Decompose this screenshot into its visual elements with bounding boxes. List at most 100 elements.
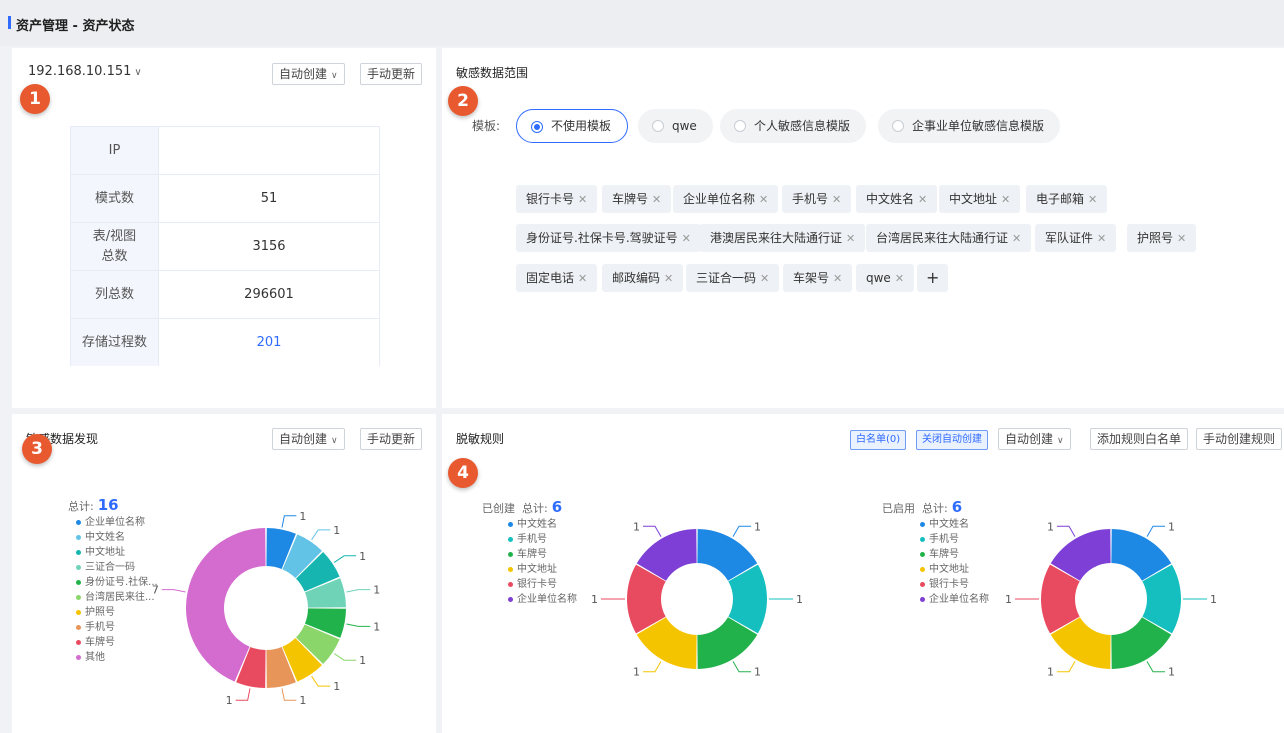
legend-item[interactable]: 银行卡号 xyxy=(508,577,608,592)
slice-value-label: 1 xyxy=(373,584,380,597)
close-icon[interactable]: ✕ xyxy=(846,232,855,245)
legend-swatch xyxy=(76,519,81,525)
radio-template-enterprise[interactable]: 企事业单位敏感信息模版 xyxy=(878,109,1061,143)
close-icon[interactable]: ✕ xyxy=(682,232,691,245)
auto-create-dropdown[interactable]: 自动创建 ∨ xyxy=(998,428,1071,450)
slice-leader-line xyxy=(643,661,662,673)
legend-item[interactable]: 中文地址 xyxy=(508,562,608,577)
legend-item[interactable]: 中文姓名 xyxy=(508,517,608,532)
legend-swatch xyxy=(76,534,81,540)
procedure-count-link[interactable]: 201 xyxy=(158,318,380,366)
legend-item[interactable]: 台湾居民来往... xyxy=(76,590,176,605)
manual-create-rule-button[interactable]: 手动创建规则 xyxy=(1196,428,1283,450)
auto-create-dropdown[interactable]: 自动创建 ∨ xyxy=(272,428,345,450)
legend-item[interactable]: 中文地址 xyxy=(76,545,176,560)
close-icon[interactable]: ✕ xyxy=(760,272,769,285)
legend-swatch xyxy=(920,536,925,542)
total-label: 总计: xyxy=(522,502,548,515)
legend-swatch xyxy=(920,521,925,527)
close-icon[interactable]: ✕ xyxy=(1097,232,1106,245)
chevron-down-icon: ∨ xyxy=(1057,436,1064,446)
legend-item[interactable]: 车牌号 xyxy=(920,547,1020,562)
legend-swatch xyxy=(76,609,81,615)
legend-label: 银行卡号 xyxy=(929,579,969,590)
legend-item[interactable]: 中文地址 xyxy=(920,562,1020,577)
legend-item[interactable]: 中文姓名 xyxy=(76,530,176,545)
slice-value-label: 1 xyxy=(591,593,598,606)
legend-item[interactable]: 银行卡号 xyxy=(920,577,1020,592)
radio-template-personal[interactable]: 个人敏感信息模版 xyxy=(720,109,867,143)
tag-taiwan[interactable]: 台湾居民来往大陆通行证 ✕ xyxy=(866,224,1032,252)
close-icon[interactable]: ✕ xyxy=(759,193,768,206)
legend-label: 台湾居民来往... xyxy=(85,592,155,603)
sensitive-discovery-card: 敏感数据发现 自动创建 ∨ 手动更新 3 总计: 16 企业单位名称 中文姓名 中文地址… xyxy=(12,414,436,733)
tag-label: 中文地址 xyxy=(949,192,998,206)
whitelist-button[interactable]: 白名单(0) xyxy=(850,430,907,450)
radio-label: 企事业单位敏感信息模版 xyxy=(912,119,1045,133)
slice-value-label: 1 xyxy=(754,666,761,679)
slice-leader-line xyxy=(311,675,331,687)
step-badge-2: 2 xyxy=(448,86,478,116)
radio-dot-icon xyxy=(531,121,543,133)
tag-military[interactable]: 军队证件 ✕ xyxy=(1035,224,1117,252)
row-value: 51 xyxy=(158,174,380,223)
tag-id-card[interactable]: 身份证号.社保卡号.驾驶证号 ✕ xyxy=(516,224,701,252)
legend-item[interactable]: 手机号 xyxy=(76,620,176,635)
radio-label: qwe xyxy=(672,119,697,133)
manual-update-button[interactable]: 手动更新 xyxy=(360,428,423,450)
tag-postcode[interactable]: 邮政编码 ✕ xyxy=(602,264,684,292)
legend-item[interactable]: 企业单位名称 xyxy=(76,515,176,530)
close-auto-create-button[interactable]: 关闭自动创建 xyxy=(916,430,988,450)
slice-leader-line xyxy=(1057,525,1076,537)
tag-credit-code[interactable]: 三证合一码 ✕ xyxy=(686,264,780,292)
radio-label: 不使用模板 xyxy=(551,119,612,133)
legend-item[interactable]: 车牌号 xyxy=(76,635,176,650)
template-label: 模板: xyxy=(472,119,501,133)
enabled-label: 已启用 xyxy=(882,502,915,515)
legend-swatch xyxy=(76,564,81,570)
radio-template-qwe[interactable]: qwe xyxy=(638,109,713,143)
tag-passport[interactable]: 护照号 ✕ xyxy=(1127,224,1197,252)
legend-item[interactable]: 其他 xyxy=(76,650,176,665)
slice-leader-line xyxy=(281,515,297,528)
tag-landline[interactable]: 固定电话 ✕ xyxy=(516,264,598,292)
tag-email[interactable]: 电子邮箱 ✕ xyxy=(1026,185,1108,213)
legend-item[interactable]: 手机号 xyxy=(920,532,1020,547)
close-icon[interactable]: ✕ xyxy=(1177,232,1186,245)
sensitive-scope-card: 敏感数据范围 2 模板: 不使用模板 qwe 个人敏感信息模版 企事业单位敏感信… xyxy=(442,48,1284,408)
close-icon[interactable]: ✕ xyxy=(578,272,587,285)
close-icon[interactable]: ✕ xyxy=(832,193,841,206)
legend-item[interactable]: 三证合一码 xyxy=(76,560,176,575)
add-rule-whitelist-button[interactable]: 添加规则白名单 xyxy=(1090,428,1189,450)
tag-bank-card[interactable]: 银行卡号 ✕ xyxy=(516,185,598,213)
tag-vin[interactable]: 车架号 ✕ xyxy=(783,264,853,292)
close-icon[interactable]: ✕ xyxy=(895,272,904,285)
tag-phone[interactable]: 手机号 ✕ xyxy=(782,185,852,213)
legend-item[interactable]: 中文姓名 xyxy=(920,517,1020,532)
close-icon[interactable]: ✕ xyxy=(1001,193,1010,206)
legend-item[interactable]: 身份证号.社保... xyxy=(76,575,176,590)
close-icon[interactable]: ✕ xyxy=(918,193,927,206)
legend-item[interactable]: 手机号 xyxy=(508,532,608,547)
tag-hk-macau[interactable]: 港澳居民来往大陆通行证 ✕ xyxy=(700,224,866,252)
close-icon[interactable]: ✕ xyxy=(578,193,587,206)
tag-cn-name[interactable]: 中文姓名 ✕ xyxy=(856,185,938,213)
close-icon[interactable]: ✕ xyxy=(664,272,673,285)
close-icon[interactable]: ✕ xyxy=(1012,232,1021,245)
tag-cn-address[interactable]: 中文地址 ✕ xyxy=(939,185,1021,213)
tag-plate[interactable]: 车牌号 ✕ xyxy=(602,185,672,213)
radio-no-template[interactable]: 不使用模板 xyxy=(516,109,629,143)
close-icon[interactable]: ✕ xyxy=(652,193,661,206)
slice-value-label: 1 xyxy=(754,520,761,533)
close-icon[interactable]: ✕ xyxy=(1088,193,1097,206)
slice-value-label: 1 xyxy=(1168,666,1175,679)
close-icon[interactable]: ✕ xyxy=(833,272,842,285)
tag-qwe[interactable]: qwe ✕ xyxy=(856,264,915,292)
add-tag-button[interactable]: + xyxy=(917,264,949,292)
tag-label: 港澳居民来往大陆通行证 xyxy=(710,231,843,245)
legend-item[interactable]: 护照号 xyxy=(76,605,176,620)
legend-item[interactable]: 车牌号 xyxy=(508,547,608,562)
total-value: 16 xyxy=(97,496,119,514)
row-label: 列总数 xyxy=(70,270,159,319)
tag-company[interactable]: 企业单位名称 ✕ xyxy=(673,185,779,213)
